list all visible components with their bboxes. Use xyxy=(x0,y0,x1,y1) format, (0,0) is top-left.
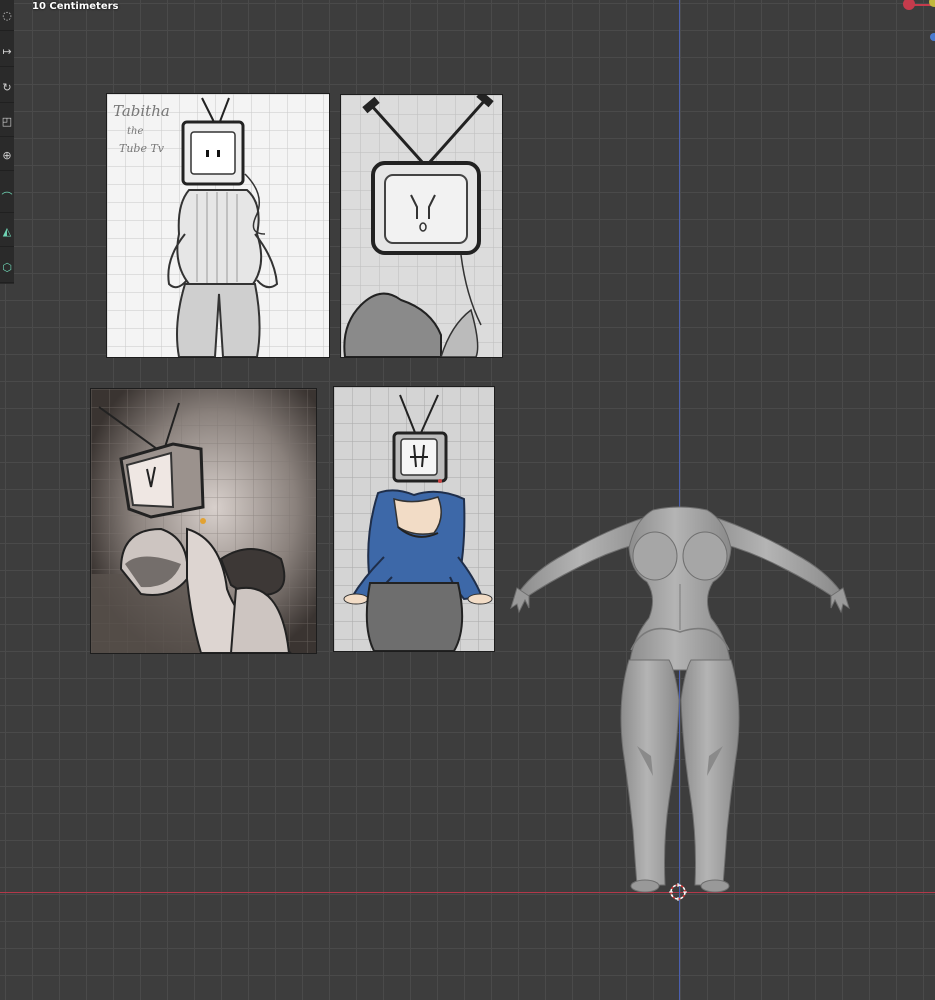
annotate-icon[interactable]: ⌒ xyxy=(0,182,14,213)
gizmo-x-axis-icon[interactable] xyxy=(903,0,915,10)
transform-icon[interactable]: ⊕ xyxy=(0,140,14,171)
tool-shelf: ◌ ↦ ↻ ◰ ⊕ ⌒ ◭ ⬡ xyxy=(0,0,14,284)
3d-character-mesh[interactable] xyxy=(505,500,850,899)
gizmo-y-axis-icon[interactable] xyxy=(930,33,935,41)
grid-scale-label: 10 Centimeters xyxy=(32,1,119,12)
move-icon[interactable]: ↦ xyxy=(0,36,14,67)
signature-line-2: the xyxy=(127,126,143,137)
scale-icon[interactable]: ◰ xyxy=(0,106,14,137)
measure-icon[interactable]: ◭ xyxy=(0,216,14,247)
reference-image-shaded[interactable] xyxy=(91,389,316,653)
select-box-icon[interactable]: ◌ xyxy=(0,0,14,31)
add-cube-icon[interactable]: ⬡ xyxy=(0,252,14,283)
signature-line-1: Tabitha xyxy=(113,102,170,120)
reference-image-sketch-front[interactable]: Tabitha the Tube Tv xyxy=(107,94,329,357)
reference-image-sketch-closeup[interactable] xyxy=(341,95,502,357)
reference-image-colored[interactable] xyxy=(334,387,494,651)
3d-cursor-icon[interactable] xyxy=(669,883,687,901)
signature-line-3: Tube Tv xyxy=(119,142,165,155)
rotate-icon[interactable]: ↻ xyxy=(0,72,14,103)
3d-viewport[interactable]: 10 Centimeters ◌ ↦ ↻ ◰ ⊕ ⌒ ◭ ⬡ Tabitha t… xyxy=(0,0,935,1000)
